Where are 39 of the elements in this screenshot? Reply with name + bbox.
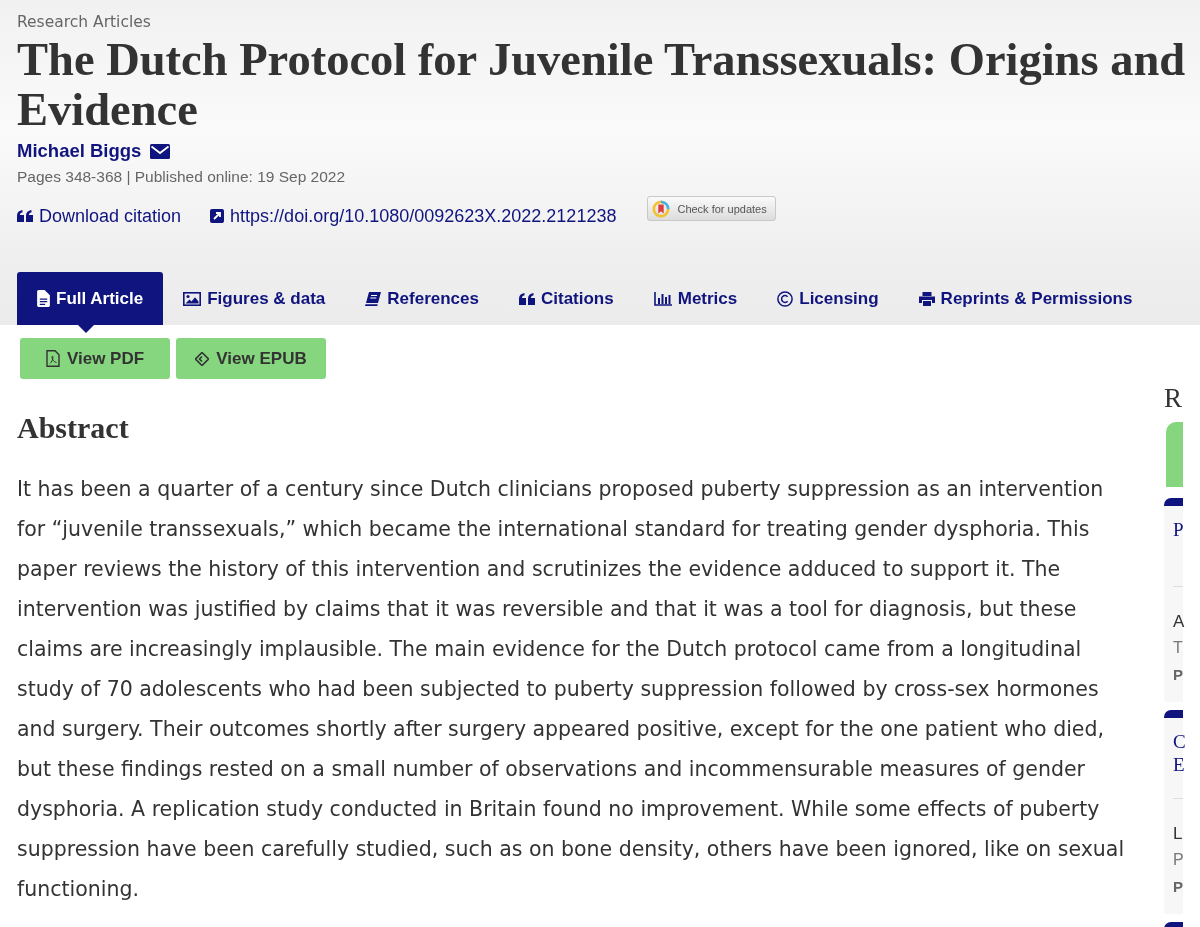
copyright-icon bbox=[777, 290, 794, 307]
check-for-updates-icon bbox=[652, 199, 671, 218]
document-icon bbox=[37, 290, 50, 307]
envelope-icon[interactable] bbox=[150, 143, 171, 159]
related-article-author: A bbox=[1173, 611, 1183, 633]
tab[interactable]: Reprints & Permissions bbox=[898, 272, 1153, 325]
related-article-author: L bbox=[1173, 823, 1183, 845]
section-label: Research Articles bbox=[17, 12, 151, 32]
sidebar-heading: R bbox=[1164, 383, 1183, 413]
epub-diamond-icon bbox=[195, 351, 210, 366]
pdf-file-icon bbox=[45, 350, 60, 367]
tab[interactable]: Metrics bbox=[633, 272, 758, 325]
related-article-source: P bbox=[1173, 850, 1183, 870]
external-link-icon bbox=[210, 209, 225, 223]
book-icon bbox=[365, 291, 382, 306]
quote-icon bbox=[519, 292, 535, 305]
check-for-updates-button[interactable]: Check for updates bbox=[647, 196, 776, 221]
tab[interactable]: References bbox=[345, 272, 499, 325]
doi-link[interactable]: https://doi.org/10.1080/0092623X.2022.2121238 bbox=[210, 204, 617, 228]
view-epub-button[interactable]: View EPUB bbox=[176, 338, 326, 379]
tab[interactable]: Licensing bbox=[757, 272, 899, 325]
bar-chart-icon bbox=[653, 291, 672, 306]
download-citation-link[interactable]: Download citation bbox=[17, 204, 182, 228]
related-article-date: P bbox=[1173, 877, 1183, 897]
abstract-text: It has been a quarter of a century since Dutch clinicians proposed puberty suppression as an intervention for “juvenile transsexuals,” which became the international standard for treating gender dysphoria. This paper reviews the history of this intervention and scrutinizes the evidence adduced to support it. The intervention was justified by claims that it was reversible and that it was a tool for diagnosis, but these claims are increasingly implausible. The main evidence for the Dutch protocol came from a longitudinal study of 70 adolescents who had been subjected to puberty suppression followed by cross-sex hormones and surgery. Their outcomes shortly after surgery appeared positive, except for the one patient who died, but these findings rested on a small number of observations and incommensurable measures of gender dysphoria. A replication study conducted in Britain found no improvement. While some effects of puberty suppression have been carefully studied, such as on bone density, others have been ignored, like on sexual functioning. bbox=[17, 476, 1126, 903]
image-icon bbox=[183, 291, 202, 306]
printer-icon bbox=[918, 291, 935, 306]
quote-icon bbox=[17, 210, 33, 222]
article-title: The Dutch Protocol for Juvenile Transsexuals: Origins and Evidence bbox=[17, 35, 1187, 135]
related-article-title[interactable]: P bbox=[1173, 518, 1185, 564]
related-article-title[interactable]: C E bbox=[1173, 730, 1185, 776]
related-article-date: P bbox=[1173, 665, 1183, 685]
tab[interactable]: Figures & data bbox=[163, 272, 346, 325]
author-link[interactable]: Michael Biggs bbox=[17, 139, 142, 163]
related-article-source: T bbox=[1173, 638, 1183, 658]
publication-info: Pages 348-368 | Published online: 19 Sep 2022 bbox=[17, 167, 346, 187]
tab[interactable]: Citations bbox=[499, 272, 634, 325]
abstract-heading: Abstract bbox=[17, 411, 130, 445]
view-pdf-button[interactable]: View PDF bbox=[20, 338, 170, 379]
